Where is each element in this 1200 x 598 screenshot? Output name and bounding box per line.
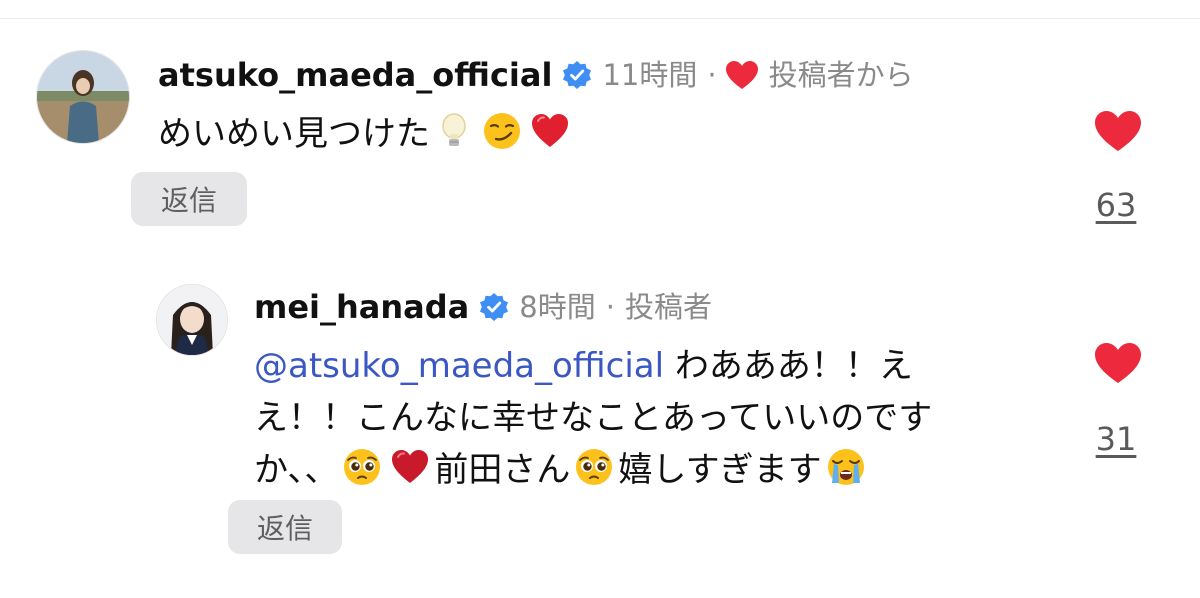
- reply-text-segment: 前田さん: [434, 450, 571, 490]
- reply-line-1: @atsuko_maeda_official わあああ！！え: [254, 340, 1054, 392]
- mention-link[interactable]: @atsuko_maeda_official: [254, 346, 664, 386]
- top-divider: [0, 18, 1200, 19]
- avatar-mei[interactable]: [156, 284, 228, 356]
- reply-button[interactable]: 返信: [131, 172, 247, 226]
- like-count[interactable]: 63: [1081, 186, 1151, 224]
- verified-badge-icon: [562, 60, 592, 90]
- timestamp: 11時間: [602, 57, 698, 92]
- red-heart-icon: [390, 447, 430, 487]
- reply-text-segment: わあああ！！え: [664, 346, 913, 386]
- smirking-face-icon: [482, 111, 522, 151]
- like-count[interactable]: 31: [1081, 420, 1151, 458]
- comment-header: atsuko_maeda_official 11時間 · 投稿者から: [158, 58, 914, 92]
- username[interactable]: atsuko_maeda_official: [158, 59, 552, 91]
- avatar-atsuko[interactable]: [36, 50, 130, 144]
- reply-button[interactable]: 返信: [228, 500, 342, 554]
- comment-message: めいめい見つけた: [158, 114, 430, 154]
- separator-dot: ·: [707, 57, 717, 92]
- pleading-face-icon: [342, 447, 382, 487]
- timestamp: 8時間: [519, 289, 596, 324]
- like-heart-icon[interactable]: [1094, 110, 1142, 152]
- reply-line-2: え！！こんなに幸せなことあっていいのです: [254, 398, 933, 438]
- creator-badge: 投稿者: [624, 289, 712, 324]
- reply-text: @atsuko_maeda_official わあああ！！え え！！こんなに幸せ…: [254, 340, 1054, 496]
- reply-line-3: か、、 前田さん 嬉しすぎます: [254, 444, 1054, 496]
- comment-text: めいめい見つけた: [158, 108, 574, 160]
- creator-badge: 投稿者から: [768, 57, 914, 92]
- reply-header: mei_hanada 8時間 · 投稿者: [254, 290, 712, 324]
- reply-text-segment: か、、: [254, 450, 339, 490]
- loudly-crying-face-icon: [826, 447, 866, 487]
- pleading-face-icon: [574, 447, 614, 487]
- like-heart-icon[interactable]: [1094, 342, 1142, 384]
- separator-dot: ·: [605, 289, 615, 324]
- light-bulb-icon: [434, 111, 474, 151]
- red-heart-icon: [530, 111, 570, 151]
- reply-text-segment: 嬉しすぎます: [618, 450, 822, 490]
- verified-badge-icon: [479, 292, 509, 322]
- creator-heart-icon: [725, 60, 759, 90]
- username[interactable]: mei_hanada: [254, 291, 469, 323]
